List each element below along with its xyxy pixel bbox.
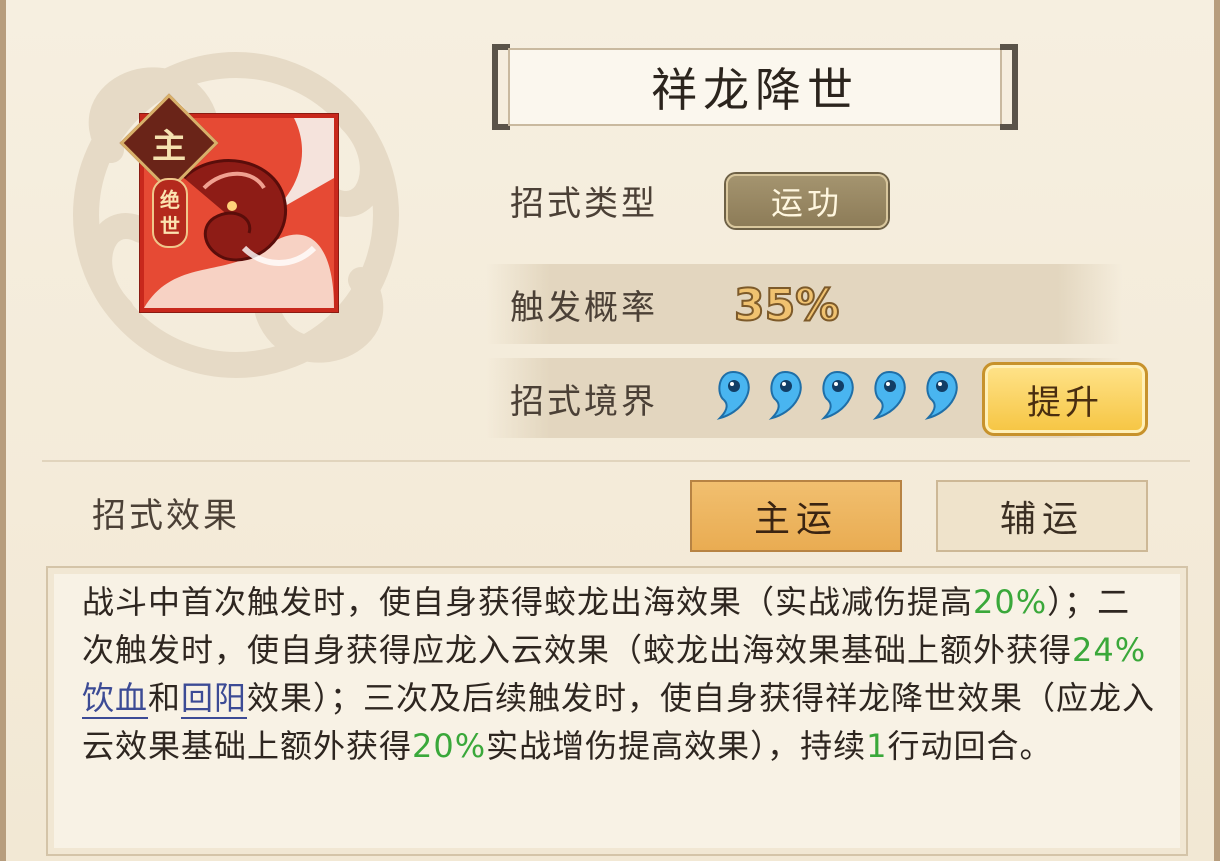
keyword-link-yinxue[interactable]: 饮血 (82, 679, 149, 719)
realm-label: 招式境界 (510, 382, 658, 422)
desc-text-5: 实战增伤提高效果），持续 (486, 727, 867, 765)
realm-pips (714, 370, 960, 420)
desc-value-4: 1 (866, 727, 888, 765)
rate-value: 35% (733, 279, 840, 332)
water-drop-icon (872, 370, 906, 420)
desc-text-6: 行动回合。 (887, 727, 1053, 765)
type-value-badge: 运功 (726, 174, 888, 228)
section-divider (42, 460, 1190, 462)
desc-text-3: 和 (148, 679, 182, 717)
effect-description: 战斗中首次触发时，使自身获得蛟龙出海效果（实战减伤提高20%）；二次触发时，使自… (82, 578, 1162, 770)
effect-label: 招式效果 (92, 496, 240, 536)
keyword-link-huiyang[interactable]: 回阳 (181, 679, 248, 719)
desc-text-1: 战斗中首次触发时，使自身获得蛟龙出海效果（实战减伤提高 (82, 583, 974, 621)
title-bracket-right (1000, 44, 1018, 130)
water-drop-icon (924, 370, 958, 420)
rarity-tag-char-1: 绝 (160, 188, 180, 212)
type-label: 招式类型 (510, 184, 658, 224)
water-drop-icon (716, 370, 750, 420)
upgrade-button[interactable]: 提升 (982, 362, 1148, 436)
water-drop-icon (768, 370, 802, 420)
water-drop-icon (820, 370, 854, 420)
skill-title: 祥龙降世 (508, 48, 1002, 126)
tab-secondary[interactable]: 辅运 (936, 480, 1148, 552)
rarity-tag-char-2: 世 (160, 214, 180, 238)
tab-primary[interactable]: 主运 (690, 480, 902, 552)
skill-title-frame: 祥龙降世 (492, 44, 1018, 130)
desc-value-2: 24% (1072, 631, 1147, 669)
desc-value-3: 20% (412, 727, 487, 765)
rate-label: 触发概率 (510, 288, 658, 328)
desc-value-1: 20% (973, 583, 1048, 621)
skill-detail-panel: 主 绝 世 祥龙降世 招式类型 运功 触发概率 35% 招式境界 提升 招式效果… (0, 0, 1220, 861)
rarity-tag: 绝 世 (152, 178, 188, 248)
main-badge-text: 主 (152, 126, 186, 167)
